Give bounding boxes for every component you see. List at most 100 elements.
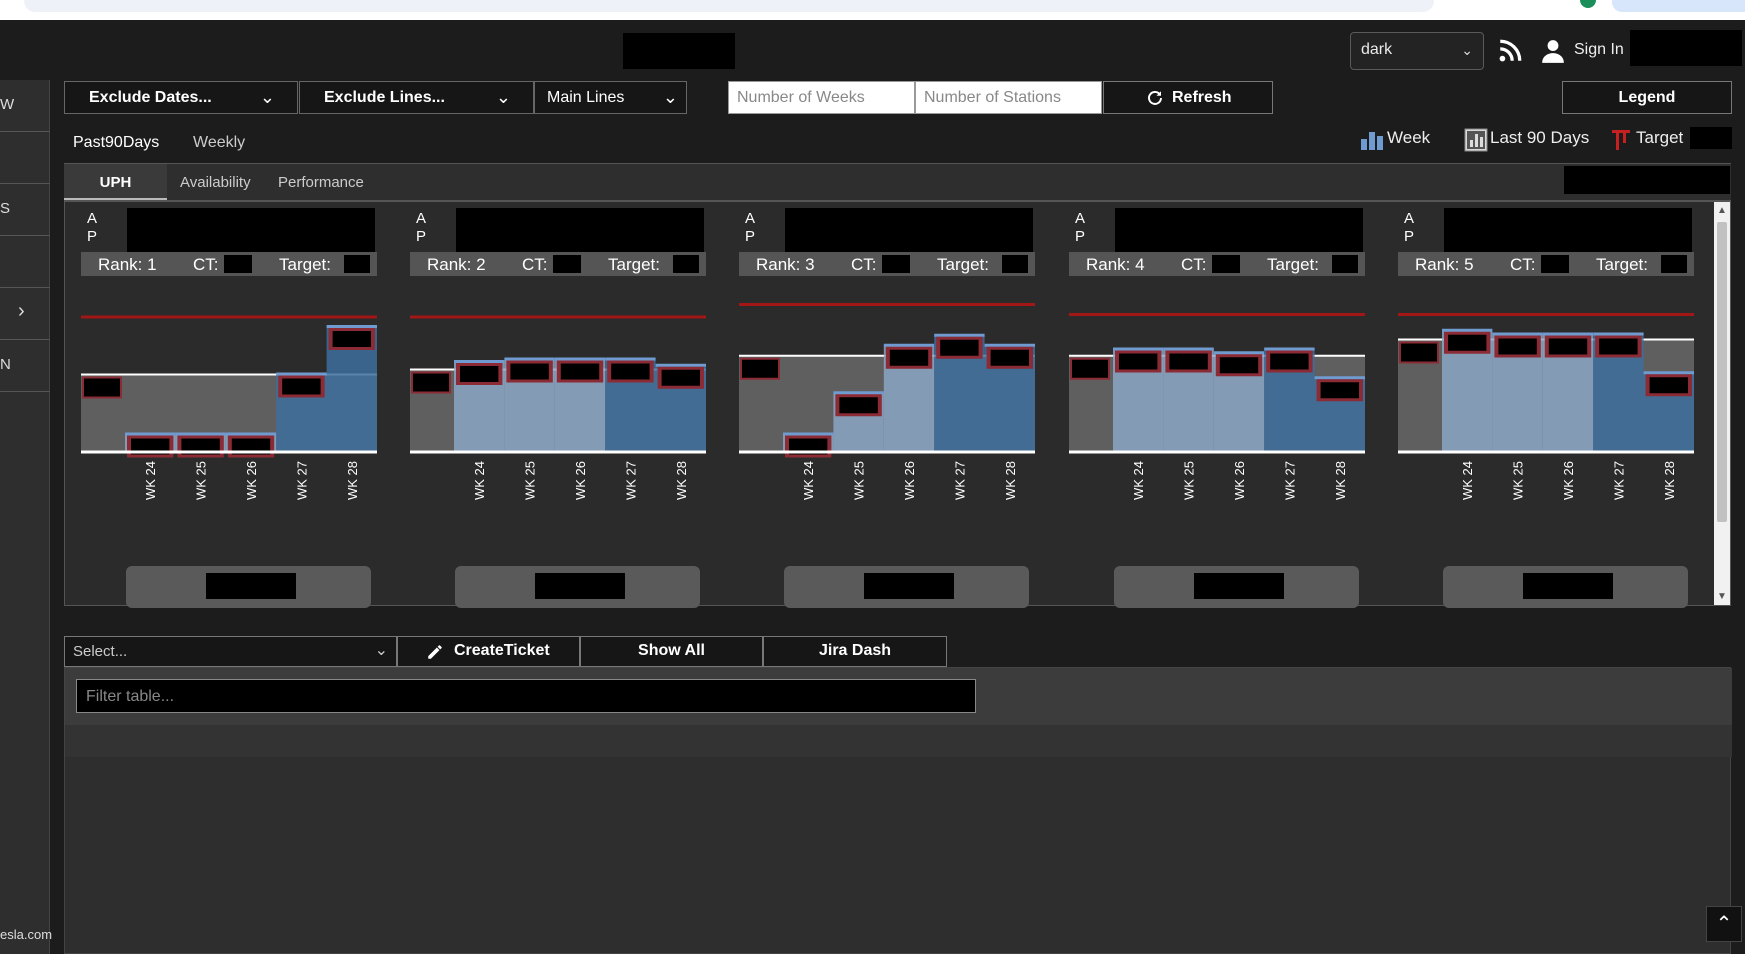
redacted-bar-value — [1498, 338, 1537, 355]
week-bar-cap — [504, 357, 555, 361]
line-group-select[interactable]: Main Lines ⌄ — [534, 81, 687, 114]
pencil-icon — [428, 645, 442, 659]
redacted-station-detail — [1194, 573, 1284, 599]
station-chart-card[interactable]: A P Rank: 3 CT: Target: WK 24 WK 25 WK 26 WK 27 W… — [723, 202, 1035, 608]
station-prefix: AP — [85, 210, 99, 246]
x-tick-label: WK 27 — [623, 461, 638, 500]
uph-bar-chart: WK 24 WK 25 WK 26 WK 27 WK 28 — [1069, 313, 1365, 500]
sidebar-item-3[interactable]: S — [0, 184, 50, 236]
create-ticket-button[interactable]: CreateTicket — [397, 636, 580, 667]
station-prefix-letter: P — [1074, 228, 1085, 245]
ticket-select[interactable]: Select... ⌄ — [64, 636, 397, 667]
refresh-button[interactable]: Refresh — [1103, 81, 1273, 114]
station-chart-card[interactable]: A P Rank: 4 CT: Target: WK 24 WK 25 WK 26 WK 27 W… — [1053, 202, 1365, 608]
exclude-lines-dropdown[interactable]: Exclude Lines... ⌄ — [299, 81, 534, 114]
ct-label: CT: — [851, 255, 877, 274]
sidebar-item-6[interactable]: N — [0, 340, 50, 392]
week-bar-cap — [1492, 332, 1543, 336]
number-of-weeks-input[interactable]: Number of Weeks — [728, 81, 915, 114]
ct-label: CT: — [193, 255, 219, 274]
legend-week-label: Week — [1387, 128, 1431, 147]
week-bar-cap — [1213, 351, 1265, 355]
x-tick-label: WK 25 — [1182, 461, 1197, 500]
sidebar-footer: esla.com — [0, 927, 53, 942]
rank-label: Rank: 4 — [1086, 255, 1145, 274]
sign-in-link[interactable]: Sign In — [1574, 41, 1624, 59]
redacted-station-detail — [535, 573, 625, 599]
sidebar-item-4[interactable] — [0, 236, 50, 288]
x-tick-label: WK 27 — [1611, 461, 1626, 500]
jira-dash-button[interactable]: Jira Dash — [763, 636, 947, 667]
redacted-value — [1332, 255, 1358, 273]
sidebar-item-expand[interactable]: › — [0, 288, 50, 340]
x-tick-label: WK 25 — [194, 461, 209, 500]
x-tick-label: WK 26 — [573, 461, 588, 500]
create-ticket-label: CreateTicket — [454, 642, 550, 659]
tab-performance[interactable]: Performance — [278, 174, 364, 191]
station-prefix-letter: A — [1403, 210, 1414, 227]
station-chart-card[interactable]: A P Rank: 5 CT: Target: WK 24 WK 25 WK 26 WK 27 W… — [1382, 202, 1694, 608]
station-detail-button[interactable] — [126, 566, 371, 608]
redacted-station-name — [127, 208, 375, 254]
station-detail-button[interactable] — [455, 566, 700, 608]
tab-availability[interactable]: Availability — [180, 174, 251, 191]
scrollbar-thumb[interactable] — [1717, 222, 1727, 522]
chart-scrollbar[interactable]: ▲ ▼ — [1714, 202, 1730, 605]
redacted-bar-value — [1599, 338, 1638, 355]
redacted-app-title — [623, 33, 735, 69]
station-info-bar: Rank: 3 CT: Target: — [739, 252, 1035, 276]
browser-action-pill[interactable] — [1612, 0, 1745, 12]
sidebar-item-1[interactable]: W — [0, 80, 50, 132]
uph-bar-chart: WK 24 WK 25 WK 26 WK 27 WK 28 — [81, 315, 377, 500]
redacted-value — [1541, 255, 1569, 273]
ticket-select-value: Select... — [73, 643, 128, 660]
station-detail-button[interactable] — [1443, 566, 1688, 608]
week-bar-cap — [1442, 328, 1493, 332]
tab-weekly[interactable]: Weekly — [193, 134, 245, 152]
exclude-dates-dropdown[interactable]: Exclude Dates... ⌄ — [64, 81, 298, 114]
redacted-last-90-value — [84, 378, 120, 397]
tab-past90days[interactable]: Past90Days — [73, 134, 159, 152]
filter-table-input[interactable]: Filter table... — [76, 679, 976, 713]
redacted-bar-value — [990, 349, 1029, 366]
redacted-value — [224, 255, 252, 273]
scroll-to-top-button[interactable]: ⌃ — [1706, 906, 1742, 942]
station-info-bar: Rank: 1 CT: Target: — [81, 252, 377, 276]
station-detail-button[interactable] — [784, 566, 1029, 608]
week-bar-cap — [1643, 371, 1694, 375]
rss-icon[interactable] — [1497, 38, 1523, 64]
station-charts-panel: A P Rank: 1 CT: Target: WK 24 WK 25 WK 26 WK 27 W… — [64, 201, 1731, 608]
redacted-bar-value — [1169, 353, 1208, 370]
redacted-bar-value — [1448, 334, 1487, 351]
chevron-down-icon: ⌄ — [495, 87, 511, 107]
sidebar-item-label: N — [0, 356, 11, 373]
x-tick-label: WK 26 — [1232, 461, 1247, 500]
redacted-bar-value — [839, 397, 878, 414]
user-icon[interactable] — [1540, 38, 1566, 64]
scroll-down-icon[interactable]: ▼ — [1717, 591, 1727, 602]
x-tick-label: WK 26 — [902, 461, 917, 500]
station-prefix-letter: P — [415, 228, 426, 245]
show-all-button[interactable]: Show All — [580, 636, 763, 667]
x-tick-label: WK 24 — [1460, 461, 1475, 500]
theme-select[interactable]: dark ⌄ — [1350, 32, 1484, 70]
exclude-lines-label: Exclude Lines... — [324, 89, 445, 106]
redacted-value — [1002, 255, 1028, 273]
number-of-stations-input[interactable]: Number of Stations — [915, 81, 1102, 114]
legend-button[interactable]: Legend — [1562, 81, 1732, 114]
tab-uph[interactable]: UPH — [64, 164, 167, 200]
chevron-down-icon: ⌄ — [662, 87, 678, 107]
sidebar: W S › N esla.com — [0, 80, 53, 954]
x-tick-label: WK 25 — [523, 461, 538, 500]
station-chart-card[interactable]: A P Rank: 2 CT: Target: WK 24 WK 25 WK 26 WK 27 W… — [394, 202, 706, 608]
scroll-up-icon[interactable]: ▲ — [1717, 205, 1727, 216]
redacted-station-detail — [1523, 573, 1613, 599]
address-bar[interactable] — [24, 0, 1434, 12]
station-detail-button[interactable] — [1114, 566, 1359, 608]
profile-icon[interactable] — [1580, 0, 1596, 8]
uph-bar-chart: WK 24 WK 25 WK 26 WK 27 WK 28 — [1398, 313, 1694, 500]
station-chart-card[interactable]: A P Rank: 1 CT: Target: WK 24 WK 25 WK 26 WK 27 W… — [65, 202, 377, 608]
week-bar-cap — [984, 343, 1035, 347]
rank-label: Rank: 5 — [1415, 255, 1474, 274]
sidebar-item-2[interactable] — [0, 132, 50, 184]
